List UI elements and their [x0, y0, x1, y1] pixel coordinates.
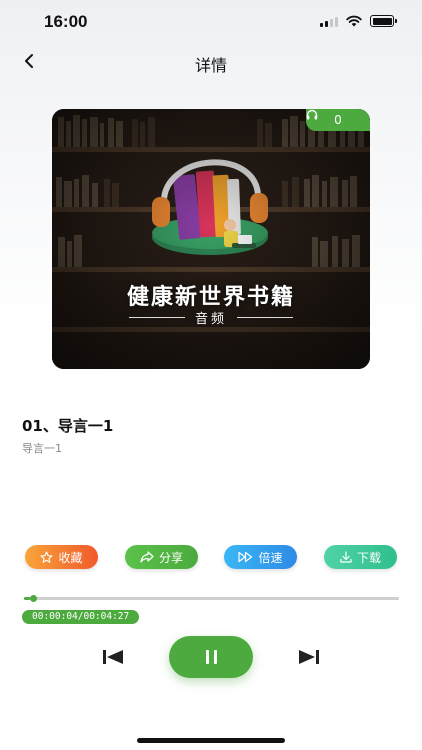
listen-count: 0: [334, 113, 342, 127]
status-bar: 16:00: [0, 0, 422, 44]
speed-icon: [238, 551, 253, 563]
playback-controls: [0, 636, 422, 678]
playback-time: 00:00:04/00:04:27: [22, 610, 140, 624]
status-icons: [320, 15, 397, 27]
decorative-line: [237, 317, 293, 318]
home-indicator: [137, 738, 285, 743]
track-title: 01、导言一1: [22, 417, 114, 435]
favorite-button[interactable]: 收藏: [25, 545, 98, 569]
progress-slider[interactable]: [24, 595, 399, 602]
previous-track-icon[interactable]: [102, 648, 124, 666]
progress-thumb[interactable]: [30, 595, 37, 602]
action-bar: 收藏 分享 倍速 下载: [25, 545, 397, 569]
star-icon: [41, 551, 53, 563]
listen-count-badge: 0: [306, 109, 370, 131]
cover-subtitle-row: 音频: [52, 308, 370, 327]
pause-button[interactable]: [169, 636, 253, 678]
wifi-icon: [346, 15, 362, 27]
playback-speed-button[interactable]: 倍速: [224, 545, 297, 569]
cellular-signal-icon: [320, 16, 338, 27]
cover-title: 健康新世界书籍: [126, 285, 295, 310]
next-track-icon[interactable]: [298, 648, 320, 666]
album-cover: 0 健康新世界书籍 音频: [52, 109, 370, 369]
download-label: 下载: [356, 550, 381, 565]
nav-bar: 详情: [0, 44, 422, 80]
favorite-label: 收藏: [58, 550, 83, 565]
pause-icon: [213, 650, 217, 664]
download-button[interactable]: 下载: [324, 545, 397, 569]
track-description: 导言一1: [22, 442, 62, 455]
speed-label: 倍速: [258, 550, 283, 565]
pause-icon: [205, 650, 209, 664]
page-title: 详情: [194, 56, 227, 75]
share-label: 分享: [158, 550, 183, 565]
headphones-icon: [306, 109, 318, 120]
share-button[interactable]: 分享: [125, 545, 198, 569]
decorative-line: [128, 317, 185, 318]
status-time: 16:00: [44, 12, 88, 31]
share-icon: [140, 551, 154, 563]
battery-icon: [370, 15, 397, 27]
download-icon: [340, 551, 352, 563]
cover-artwork: [52, 109, 370, 369]
cover-subtitle: 音频: [194, 312, 227, 327]
